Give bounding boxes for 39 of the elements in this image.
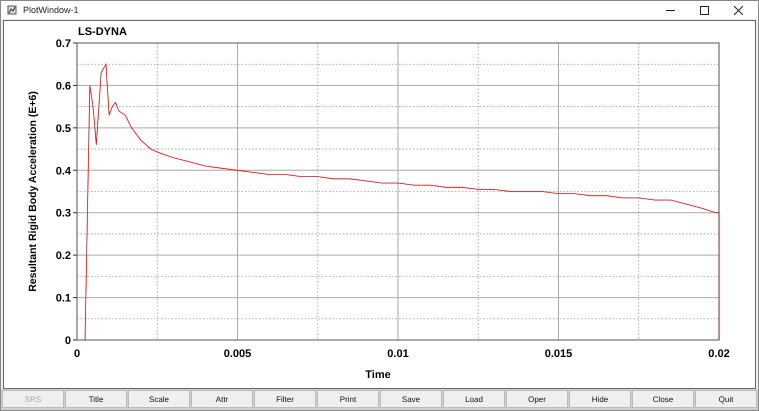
x-tick-label: 0.015 <box>544 348 572 360</box>
y-tick: 0.2 <box>56 250 78 262</box>
y-tick: 0.6 <box>56 80 78 92</box>
toolbar-button[interactable]: Close <box>632 390 694 408</box>
y-tick-label: 0 <box>64 335 71 347</box>
window-title: PlotWindow-1 <box>23 5 80 15</box>
y-axis-label: Resultant Rigid Body Acceleration (E+6) <box>27 91 39 292</box>
x-tick-label: 0 <box>74 348 80 360</box>
close-icon[interactable] <box>734 6 742 14</box>
y-tick-label: 0.2 <box>56 250 71 262</box>
x-tick-label: 0.01 <box>387 348 409 360</box>
toolbar-button[interactable]: Scale <box>128 390 190 408</box>
x-tick-label: 0.02 <box>708 348 730 360</box>
plot-title: LS-DYNA <box>78 26 127 38</box>
toolbar-button[interactable]: Quit <box>695 390 757 408</box>
toolbar-button[interactable]: Print <box>317 390 379 408</box>
y-tick: 0 <box>64 335 78 347</box>
y-tick-label: 0.3 <box>56 208 71 220</box>
y-tick-label: 0.1 <box>56 292 71 305</box>
x-tick-label: 0.005 <box>224 348 252 360</box>
y-tick: 0.7 <box>56 38 78 50</box>
toolbar-button[interactable]: Save <box>380 390 442 408</box>
toolbar-button[interactable]: Hide <box>569 390 631 408</box>
toolbar-button[interactable]: Filter <box>254 390 316 408</box>
toolbar-button[interactable]: Load <box>443 390 505 408</box>
app-icon <box>7 5 17 15</box>
y-tick: 0.1 <box>56 292 78 305</box>
y-tick-label: 0.4 <box>56 165 72 178</box>
y-tick: 0.5 <box>56 122 78 135</box>
y-tick-label: 0.6 <box>56 80 71 92</box>
toolbar-button[interactable]: Attr <box>191 390 253 408</box>
y-tick-label: 0.5 <box>56 122 71 135</box>
y-tick: 0.3 <box>56 208 78 220</box>
x-axis-label: Time <box>365 369 391 381</box>
toolbar-button[interactable]: Oper <box>506 390 568 408</box>
maximize-icon[interactable] <box>700 6 708 14</box>
y-tick-label: 0.7 <box>56 38 71 50</box>
y-tick: 0.4 <box>56 165 78 178</box>
toolbar-button[interactable]: Title <box>65 390 127 408</box>
